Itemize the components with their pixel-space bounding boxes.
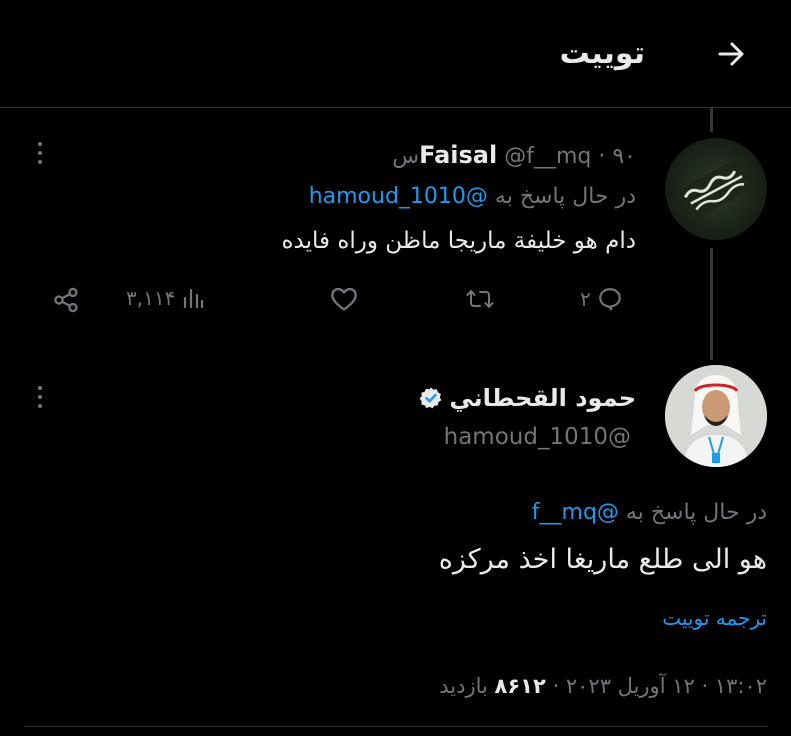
views-count: ۳,۱۱۴ bbox=[126, 286, 176, 310]
replying-to-link[interactable]: @f__mq bbox=[532, 500, 619, 525]
tweet-text: هو الی طلع ماريغا اخذ مركزه bbox=[438, 544, 767, 575]
share-icon bbox=[54, 287, 78, 313]
divider bbox=[24, 726, 767, 727]
profile-photo bbox=[665, 365, 767, 467]
more-options-button[interactable] bbox=[30, 136, 50, 170]
separator-dot: · bbox=[598, 144, 606, 169]
back-button[interactable] bbox=[712, 38, 752, 70]
tweet-timestamp[interactable]: ۱۳:۰۲ · ۱۲ آوریل ۲۰۲۳ · bbox=[546, 674, 768, 698]
views-button[interactable]: ۳,۱۱۴ bbox=[126, 286, 205, 310]
share-button[interactable] bbox=[52, 286, 80, 314]
more-options-button[interactable] bbox=[30, 380, 50, 414]
thread-connector-top bbox=[710, 108, 713, 132]
translate-tweet-link[interactable]: ترجمه توییت bbox=[662, 606, 767, 630]
reply-tweet-meta: Faisal @f__mq · ۹۰س bbox=[392, 141, 636, 169]
views-label: بازدید bbox=[439, 674, 488, 698]
like-button[interactable] bbox=[330, 286, 358, 312]
reply-button[interactable]: ۲ bbox=[580, 286, 623, 312]
analytics-icon bbox=[184, 288, 204, 309]
replying-to-link[interactable]: @hamoud_1010 bbox=[309, 184, 488, 209]
heart-icon bbox=[331, 287, 357, 311]
replying-to-line: در حال پاسخ به @f__mq bbox=[532, 500, 767, 525]
replying-to-line: در حال پاسخ به @hamoud_1010 bbox=[309, 184, 636, 209]
flag-image bbox=[675, 156, 757, 222]
page-title: توییت bbox=[559, 36, 645, 71]
verified-badge-icon bbox=[419, 387, 442, 409]
replying-prefix: در حال پاسخ به bbox=[494, 184, 636, 209]
avatar[interactable] bbox=[665, 138, 767, 240]
replying-prefix: در حال پاسخ به bbox=[625, 500, 767, 525]
views-count: ۸۶۱۲ bbox=[494, 674, 546, 698]
author-handle[interactable]: @hamoud_1010 bbox=[444, 424, 631, 450]
arrow-right-icon bbox=[718, 42, 744, 66]
comment-icon bbox=[598, 288, 621, 311]
tweet-timestamp-line: ۱۳:۰۲ · ۱۲ آوریل ۲۰۲۳ · ۸۶۱۲ بازدید bbox=[439, 674, 767, 698]
retweet-icon bbox=[466, 290, 494, 308]
author-handle[interactable]: @f__mq bbox=[504, 144, 591, 169]
tweet-header: توییت bbox=[0, 0, 791, 108]
thread-connector bbox=[710, 248, 713, 360]
tweet-text: دام هو خليفة ماريجا ماظن وراه فايده bbox=[281, 228, 636, 254]
reply-count: ۲ bbox=[580, 287, 591, 311]
author-name[interactable]: Faisal bbox=[419, 141, 497, 169]
avatar[interactable] bbox=[665, 365, 767, 467]
main-tweet-author: حمود القحطاني bbox=[419, 384, 636, 412]
author-name[interactable]: حمود القحطاني bbox=[449, 384, 636, 412]
retweet-button[interactable] bbox=[466, 286, 494, 312]
